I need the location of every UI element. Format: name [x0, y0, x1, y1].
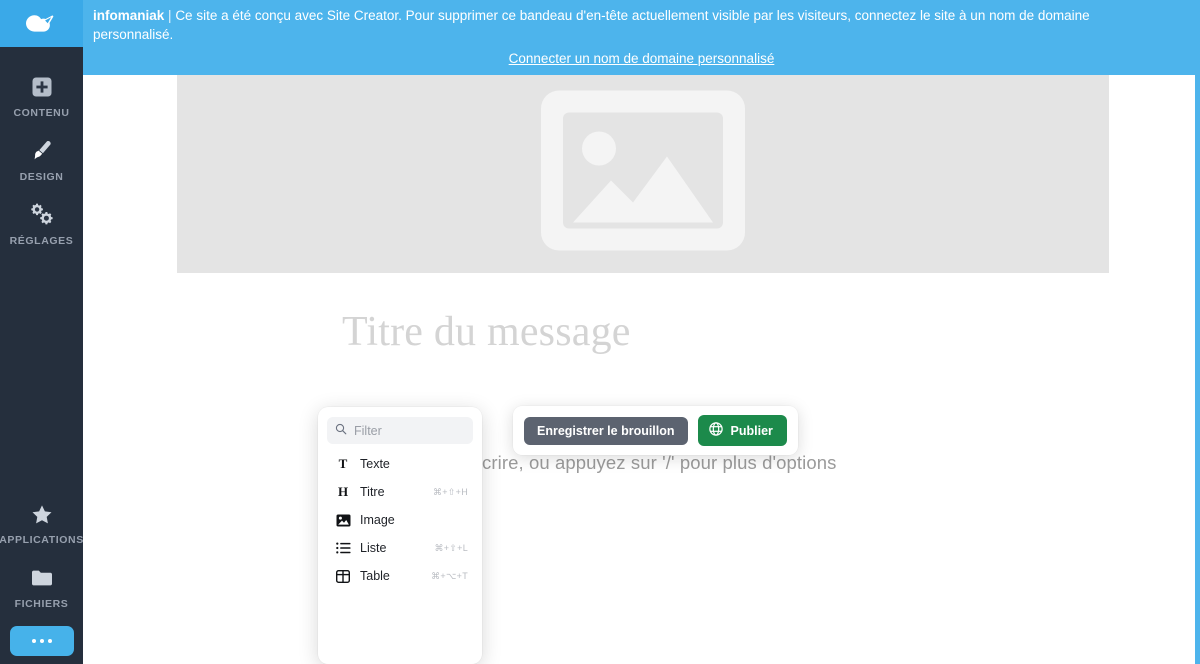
sidebar-item-contenu[interactable]: CONTENU — [0, 63, 83, 127]
sidebar-item-label: RÉGLAGES — [9, 235, 74, 247]
banner-separator: | — [168, 8, 172, 23]
menu-item-titre[interactable]: H Titre ⌘+⇧+H — [327, 478, 473, 506]
search-icon — [335, 422, 347, 440]
menu-item-liste[interactable]: Liste ⌘+⇧+L — [327, 534, 473, 562]
canvas-right-edge — [1195, 0, 1200, 664]
dot-icon — [31, 639, 36, 643]
sidebar-secondary-nav: APPLICATIONS FICHIERS — [0, 490, 83, 664]
text-icon: T — [338, 456, 348, 471]
sidebar-item-label: CONTENU — [13, 107, 70, 119]
menu-item-texte[interactable]: T Texte — [327, 450, 473, 478]
sidebar-item-applications[interactable]: APPLICATIONS — [0, 490, 83, 554]
plus-square-icon — [31, 72, 53, 102]
heading-icon: H — [337, 484, 349, 499]
sidebar-item-label: DESIGN — [19, 171, 64, 183]
site-preview-canvas: Titre du message + Commencez à écrire, o… — [83, 0, 1200, 664]
left-sidebar: CONTENU DESIGN RÉGLAGES APPLICATIONS FIC… — [0, 0, 83, 664]
gears-icon — [28, 200, 56, 230]
menu-item-shortcut: ⌘+⇧+H — [432, 486, 468, 497]
menu-item-shortcut: ⌘+⌥+T — [431, 570, 468, 581]
star-icon — [31, 499, 53, 529]
site-creator-editor: CONTENU DESIGN RÉGLAGES APPLICATIONS FIC… — [0, 0, 1200, 664]
save-draft-button[interactable]: Enregistrer le brouillon — [524, 416, 688, 445]
connect-domain-link[interactable]: Connecter un nom de domaine personnalisé — [509, 51, 775, 66]
menu-item-label: Titre — [360, 485, 385, 499]
publish-button-label: Publier — [730, 423, 773, 438]
banner-message: infomaniak | Ce site a été conçu avec Si… — [93, 6, 1133, 44]
sidebar-item-reglages[interactable]: RÉGLAGES — [0, 191, 83, 255]
menu-filter-input[interactable] — [354, 423, 465, 438]
sidebar-item-design[interactable]: DESIGN — [0, 127, 83, 191]
menu-filter-row[interactable] — [327, 417, 473, 444]
post-action-bar: Enregistrer le brouillon Publier — [513, 406, 798, 455]
sidebar-item-label: APPLICATIONS — [0, 534, 84, 546]
domain-notice-banner: infomaniak | Ce site a été conçu avec Si… — [83, 0, 1200, 75]
menu-item-label: Liste — [360, 541, 387, 555]
publish-button[interactable]: Publier — [697, 415, 787, 446]
table-icon — [333, 569, 353, 583]
list-icon — [333, 542, 353, 554]
menu-item-label: Image — [360, 513, 395, 527]
banner-link-row: Connecter un nom de domaine personnalisé — [93, 50, 1190, 68]
infomaniak-cloud-logo[interactable] — [0, 0, 83, 47]
menu-item-label: Table — [360, 569, 390, 583]
menu-item-image[interactable]: Image — [327, 506, 473, 534]
sidebar-more-button[interactable] — [9, 626, 74, 656]
image-icon — [333, 514, 353, 527]
image-placeholder-icon — [541, 90, 745, 255]
dot-icon — [39, 639, 44, 643]
dot-icon — [47, 639, 52, 643]
sidebar-primary-nav: CONTENU DESIGN RÉGLAGES — [0, 63, 83, 255]
menu-item-table[interactable]: Table ⌘+⌥+T — [327, 562, 473, 590]
sidebar-item-label: FICHIERS — [14, 598, 69, 610]
banner-message-text: Ce site a été conçu avec Site Creator. P… — [93, 8, 1090, 42]
globe-icon — [708, 422, 723, 439]
banner-brand: infomaniak — [93, 8, 165, 23]
post-title[interactable]: Titre du message — [342, 308, 631, 356]
folder-icon — [30, 563, 54, 593]
menu-item-shortcut: ⌘+⇧+L — [434, 542, 468, 553]
sidebar-item-fichiers[interactable]: FICHIERS — [0, 554, 83, 618]
slash-command-menu: T Texte H Titre ⌘+⇧+H Image — [318, 407, 482, 664]
paintbrush-icon — [29, 136, 55, 166]
menu-item-label: Texte — [360, 457, 390, 471]
